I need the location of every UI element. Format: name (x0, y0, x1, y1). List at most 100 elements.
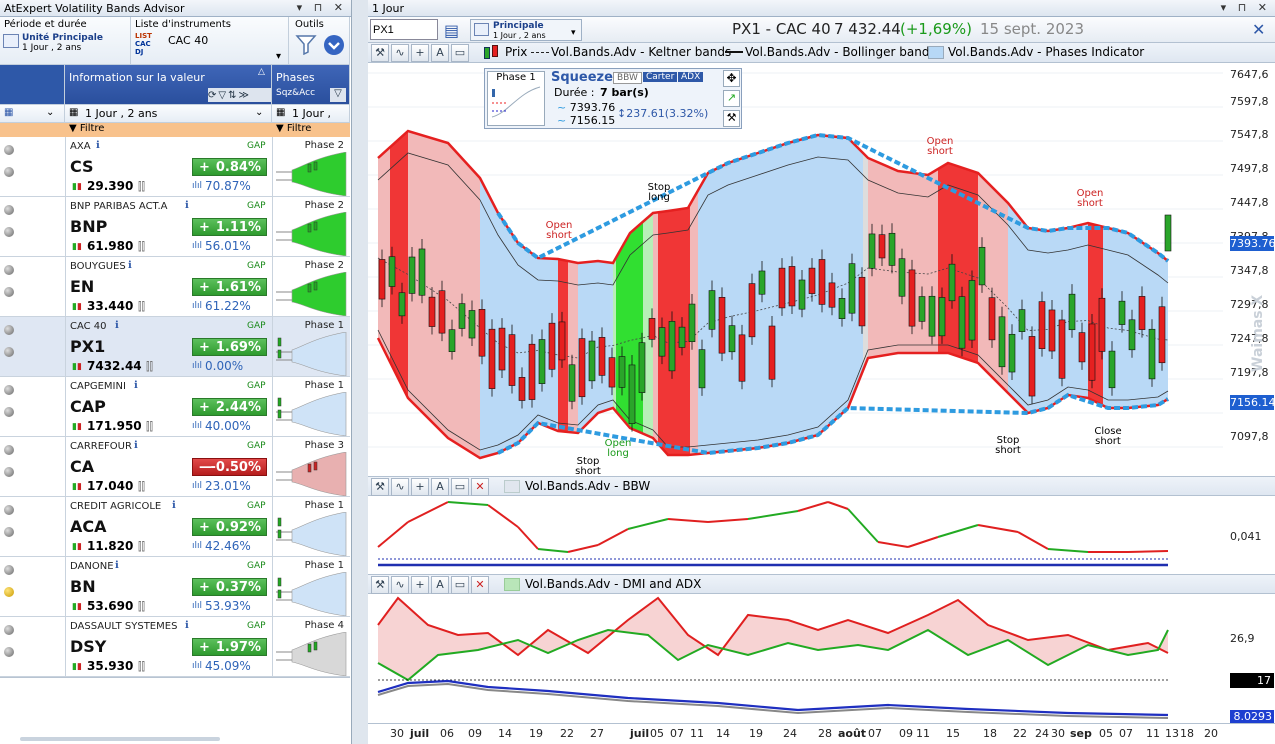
col-header-info[interactable]: Information sur la valeur △ ⟳▽⇅≫ (65, 65, 272, 105)
info-icon[interactable]: ℹ (115, 320, 119, 331)
chart-mode-select[interactable]: Principale 1 Jour , 2 ans ▾ (470, 19, 582, 41)
bbw-chart[interactable] (368, 497, 1275, 573)
legend-bollinger[interactable]: Vol.Bands.Adv - Bollinger bands (745, 45, 936, 59)
info-icon[interactable]: ℹ (185, 620, 189, 631)
legend-keltner[interactable]: Vol.Bands.Adv - Keltner bands (551, 45, 731, 59)
dmi-chart[interactable] (368, 595, 1275, 723)
instrument-row[interactable]: CAPGEMINI ℹ GAP CAP ▮▮ 171.950 ⫿⫿ +2.44%… (0, 377, 350, 437)
status-dot[interactable] (4, 145, 14, 155)
window-controls[interactable]: ▾ ⊓ ✕ (297, 1, 347, 14)
candle (438, 290, 446, 334)
carter-button[interactable]: Carter (643, 72, 678, 82)
date-tick: 09 (899, 727, 913, 740)
legend-prix[interactable]: Prix (505, 45, 527, 59)
candlestick-icon[interactable]: ⫿⫿ (138, 240, 145, 254)
candlestick-icon[interactable]: ⫿⫿ (146, 420, 153, 434)
status-dot[interactable] (4, 445, 14, 455)
instruments-panel[interactable]: Liste d'instruments LIST CAC DJ CAC 40 ▾ (131, 17, 289, 65)
phase-cell[interactable]: Phase 1 (272, 317, 350, 376)
phase-cell[interactable]: Phase 3 (272, 437, 350, 496)
panel-tools[interactable]: ⚒ ∿ + A ▭ ✕ (371, 478, 491, 496)
period-panel[interactable]: Période et durée Unité Principale 1 Jour… (0, 17, 131, 65)
candlestick-icon[interactable]: ⫿⫿ (138, 600, 145, 614)
candlestick-icon[interactable]: ⫿⫿ (138, 480, 145, 494)
info-icon[interactable]: ℹ (128, 260, 132, 271)
instrument-row[interactable]: BNP PARIBAS ACT.A ℹ GAP BNP ▮▮ 61.980 ⫿⫿… (0, 197, 350, 257)
settings-tool-icon[interactable]: ✕ (1252, 20, 1265, 39)
alert-dot[interactable] (4, 407, 14, 417)
status-dot[interactable] (4, 565, 14, 575)
alert-dot[interactable] (4, 347, 14, 357)
alert-dot[interactable] (4, 287, 14, 297)
info-icon[interactable]: ℹ (115, 560, 119, 571)
status-dot[interactable] (4, 205, 14, 215)
filter-period-phase[interactable]: ▦ 1 Jour , (272, 105, 350, 123)
pane-splitter[interactable] (352, 0, 368, 744)
phase-cell[interactable]: Phase 1 (272, 497, 350, 556)
info-icon[interactable]: ℹ (96, 140, 100, 151)
col-header-phases[interactable]: Phases Sqz&Acc ▽ (272, 65, 350, 105)
legend-phases[interactable]: Vol.Bands.Adv - Phases Indicator (948, 45, 1144, 59)
symbol-input[interactable] (370, 19, 438, 40)
bbw-button[interactable]: BBW (613, 72, 642, 84)
instrument-row[interactable]: AXA ℹ GAP CS ▮▮ 29.390 ⫿⫿ +0.84% ılıl 70… (0, 137, 350, 197)
info-icon[interactable]: ℹ (134, 380, 138, 391)
alert-dot[interactable] (4, 647, 14, 657)
chevron-down-icon[interactable]: ⌄ (46, 107, 54, 118)
info-icon[interactable]: ℹ (134, 440, 138, 451)
sort-asc-icon[interactable]: △ (258, 67, 265, 77)
filter-period[interactable]: ▦ 1 Jour , 2 ans ⌄ (65, 105, 272, 123)
instrument-row[interactable]: CARREFOUR ℹ GAP CA ▮▮ 17.040 ⫿⫿ — -0.50% … (0, 437, 350, 497)
status-dot[interactable] (4, 385, 14, 395)
instrument-row[interactable]: DASSAULT SYSTEMES ℹ GAP DSY ▮▮ 35.930 ⫿⫿… (0, 617, 350, 677)
phase-cell[interactable]: Phase 1 (272, 557, 350, 616)
chevron-down-icon[interactable]: ▾ (276, 51, 281, 62)
candlestick-icon[interactable]: ⫿⫿ (138, 540, 145, 554)
tools-small-icon[interactable]: ⚒ (723, 110, 740, 127)
move-icon[interactable]: ✥ (723, 70, 740, 87)
alert-dot[interactable] (4, 227, 14, 237)
info-column-tools[interactable]: ⟳▽⇅≫ (208, 88, 271, 102)
alert-dot[interactable] (4, 167, 14, 177)
panel-tools[interactable]: ⚒ ∿ + A ▭ ✕ (371, 576, 491, 594)
candlestick-icon[interactable]: ⫿⫿ (138, 660, 145, 674)
phase-filter-icon[interactable]: ▽ (330, 88, 346, 102)
dmi-title[interactable]: Vol.Bands.Adv - DMI and ADX (525, 577, 701, 591)
filter-bar-2[interactable]: ▼ Filtre (65, 123, 272, 137)
chevron-circle-icon[interactable] (323, 34, 345, 56)
instrument-row[interactable]: DANONE ℹ GAP BN ▮▮ 53.690 ⫿⫿ +0.37% ılıl… (0, 557, 350, 617)
instrument-row[interactable]: CREDIT AGRICOLE ℹ GAP ACA ▮▮ 11.820 ⫿⫿ +… (0, 497, 350, 557)
instrument-row[interactable]: BOUYGUES ℹ GAP EN ▮▮ 33.440 ⫿⫿ +1.61% ıl… (0, 257, 350, 317)
panel-tools[interactable]: ⚒ ∿ + A ▭ (371, 44, 471, 62)
filter-icon[interactable] (295, 33, 317, 55)
instrument-row[interactable]: CAC 40 ℹ GAP PX1 ▮▮ 7432.44 ⫿⫿ +1.69% ıl… (0, 317, 350, 377)
phase-cell[interactable]: Phase 1 (272, 377, 350, 436)
candlestick-icon[interactable]: ⫿⫿ (146, 360, 153, 374)
candlestick-icon[interactable]: ⫿⫿ (138, 180, 145, 194)
phase-cell[interactable]: Phase 4 (272, 617, 350, 676)
chart-window-controls[interactable]: ▾ ⊓ ✕ (1221, 1, 1271, 14)
info-icon[interactable]: ℹ (185, 200, 189, 211)
phase-cell[interactable]: Phase 2 (272, 137, 350, 196)
book-icon[interactable]: ▤ (444, 21, 459, 40)
filter-bar-3[interactable]: ▼ Filtre (272, 123, 350, 137)
phase-cell[interactable]: Phase 2 (272, 197, 350, 256)
bbw-title[interactable]: Vol.Bands.Adv - BBW (525, 479, 650, 493)
status-dot[interactable] (4, 625, 14, 635)
status-dot[interactable] (4, 325, 14, 335)
alert-dot[interactable] (4, 587, 14, 597)
phase-infobox[interactable]: Phase 1 Squeeze BBW Carter ADX Durée : 7… (484, 68, 742, 129)
status-dot[interactable] (4, 265, 14, 275)
status-dot[interactable] (4, 505, 14, 515)
refresh-filter-icons[interactable]: ⟳▽⇅≫ (208, 90, 251, 101)
filter-cell-1[interactable]: ▦ ⌄ (0, 105, 65, 123)
alert-dot[interactable] (4, 467, 14, 477)
chevron-down-icon[interactable]: ⌄ (255, 107, 263, 118)
phase-cell[interactable]: Phase 2 (272, 257, 350, 316)
horizontal-scrollbar[interactable] (20, 737, 220, 741)
chart-small-icon[interactable]: ↗ (723, 90, 740, 107)
adx-button[interactable]: ADX (678, 72, 704, 82)
candlestick-icon[interactable]: ⫿⫿ (138, 300, 145, 314)
info-icon[interactable]: ℹ (172, 500, 176, 511)
alert-dot[interactable] (4, 527, 14, 537)
